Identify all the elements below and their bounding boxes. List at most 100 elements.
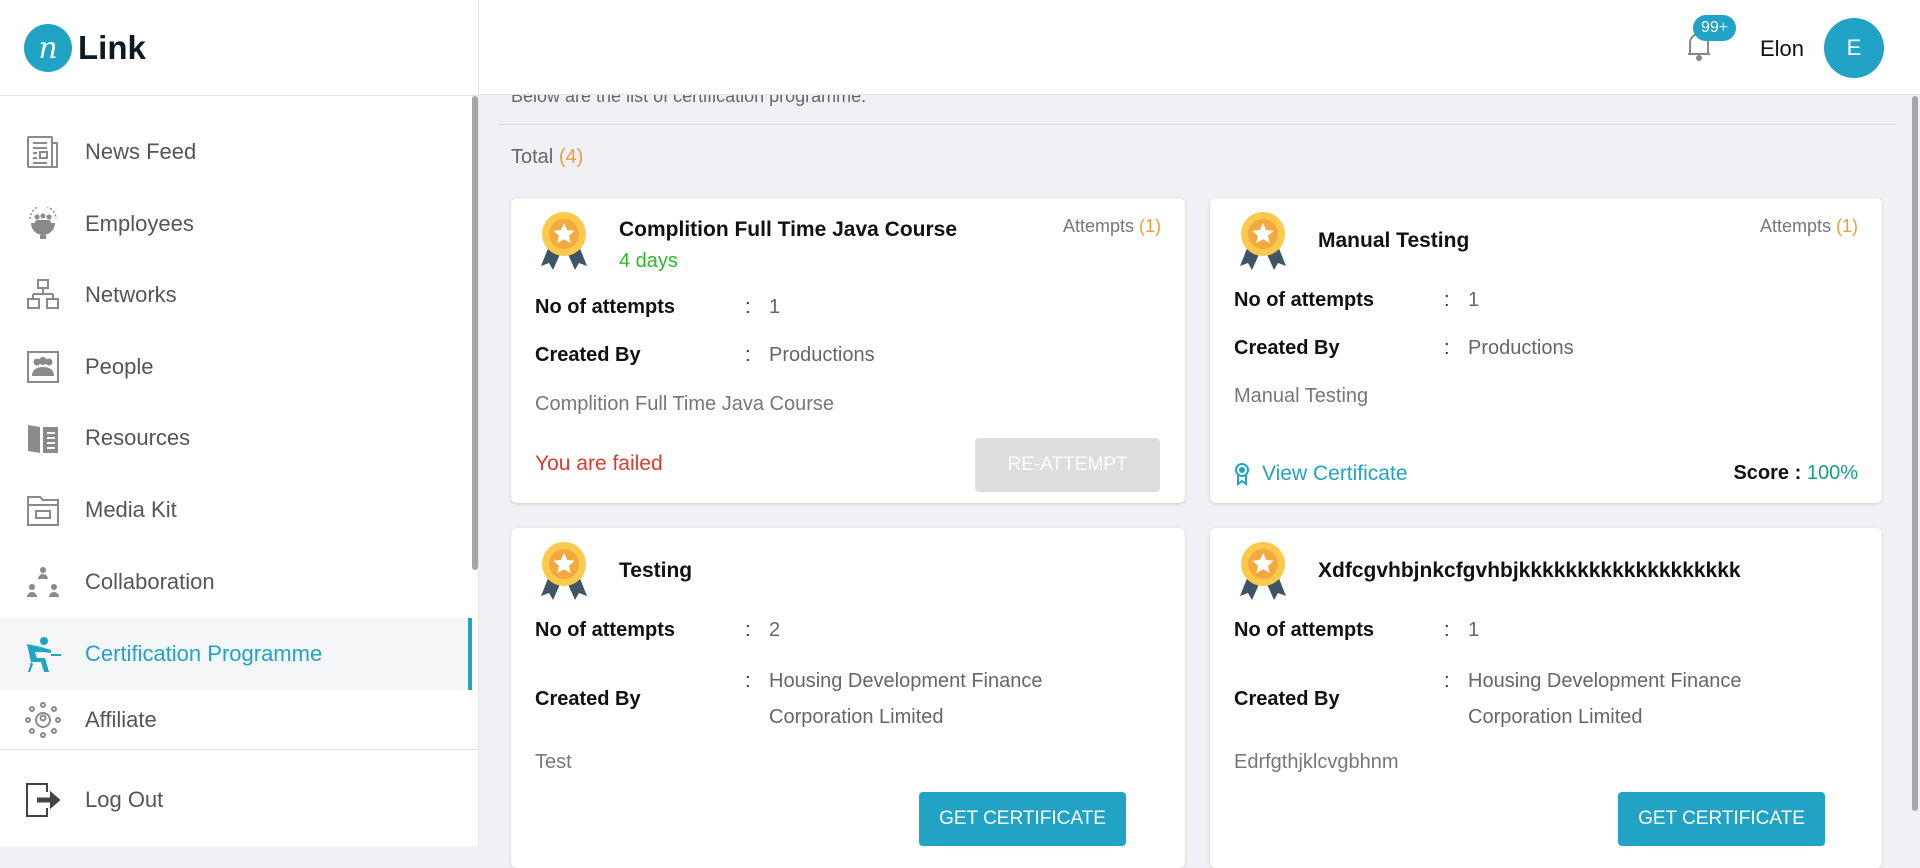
field-value: Productions: [1468, 337, 1574, 359]
created-by-row: Created By: Housing Development Finance C…: [1234, 663, 1768, 735]
sidebar-item-people[interactable]: People: [0, 331, 472, 403]
sidebar-item-label: Media Kit: [85, 497, 177, 522]
medal-icon: [535, 540, 593, 607]
total-number: (4): [558, 146, 584, 168]
card-duration: 4 days: [619, 250, 678, 272]
created-by-row: Created By: Productions: [1234, 337, 1574, 360]
medal-icon: [1234, 540, 1292, 607]
divider: [0, 749, 479, 750]
get-certificate-button[interactable]: GET CERTIFICATE: [1618, 792, 1825, 846]
colon: :: [1444, 289, 1450, 311]
certification-card: Complition Full Time Java Course 4 days …: [511, 198, 1185, 503]
certificate-ribbon-icon: [1235, 463, 1249, 486]
book-icon: [25, 420, 61, 456]
attempts-label: Attempts: [1759, 216, 1831, 236]
sidebar-item-affiliate[interactable]: Affiliate: [0, 691, 472, 749]
sidebar-item-media-kit[interactable]: Media Kit: [0, 474, 472, 546]
no-of-attempts-row: No of attempts:1: [535, 296, 780, 319]
sidebar-item-news-feed[interactable]: News Feed: [0, 116, 472, 188]
field-label: No of attempts: [535, 296, 675, 318]
certification-card: Manual Testing Attempts (1) No of attemp…: [1210, 198, 1882, 503]
sidebar: n Link News Feed Employees Networks Peop…: [0, 0, 479, 846]
certification-card: Xdfcgvhbjnkcfgvhbjkkkkkkkkkkkkkkkkkkk No…: [1210, 528, 1882, 868]
colon: :: [745, 296, 751, 318]
sidebar-item-certification-programme[interactable]: Certification Programme: [0, 618, 472, 690]
attempts-label: Attempts: [1062, 216, 1134, 236]
field-label: Created By: [535, 344, 641, 366]
total-count: Total (4): [511, 146, 583, 169]
score-value: 100%: [1806, 462, 1858, 484]
medal-icon: [535, 210, 593, 277]
field-value: 1: [1468, 289, 1480, 311]
colon: :: [745, 619, 751, 641]
logo[interactable]: n Link: [24, 24, 146, 72]
colon: :: [1444, 670, 1450, 692]
card-title: Complition Full Time Java Course: [619, 218, 958, 241]
attempts-count: Attempts (1): [1063, 216, 1161, 237]
notification-badge: 99+: [1693, 15, 1737, 41]
employees-gear-icon: [25, 206, 61, 242]
certification-card: Testing No of attempts:2 Created By: Hous…: [511, 528, 1185, 868]
card-description: Edrfgthjklcvgbhnm: [1234, 751, 1399, 773]
sidebar-item-resources[interactable]: Resources: [0, 402, 472, 474]
logo-mark: n: [24, 24, 72, 72]
card-title: Xdfcgvhbjnkcfgvhbjkkkkkkkkkkkkkkkkkkk: [1318, 559, 1741, 582]
affiliate-icon: [25, 702, 61, 738]
sidebar-item-label: Employees: [85, 211, 194, 236]
sidebar-item-label: People: [85, 354, 154, 379]
field-value: Housing Development Finance Corporation …: [769, 670, 1043, 728]
logout-icon: [25, 782, 61, 818]
colon: :: [745, 344, 751, 366]
divider: [499, 124, 1896, 125]
field-value: Productions: [769, 344, 875, 366]
card-title: Manual Testing: [1318, 229, 1470, 252]
total-label: Total: [511, 146, 554, 168]
sidebar-scrollbar[interactable]: [472, 96, 478, 570]
divider: [0, 95, 479, 96]
field-value: Housing Development Finance Corporation …: [1468, 670, 1742, 728]
colon: :: [1444, 337, 1450, 359]
no-of-attempts-row: No of attempts:1: [1234, 619, 1479, 642]
field-label: Created By: [1234, 687, 1340, 710]
score-label: Score :: [1733, 462, 1802, 484]
card-title: Testing: [619, 559, 693, 582]
field-label: Created By: [535, 687, 641, 710]
logout-button[interactable]: Log Out: [0, 764, 472, 836]
newspaper-icon: [25, 134, 61, 170]
attempts-value: (1): [1836, 216, 1858, 236]
field-label: Created By: [1234, 337, 1340, 359]
field-value: 1: [769, 296, 781, 318]
folder-icon: [25, 492, 61, 528]
attempts-value: (1): [1139, 216, 1161, 236]
field-label: No of attempts: [535, 619, 675, 641]
certification-icon: [25, 636, 61, 672]
score: Score : 100%: [1733, 462, 1858, 485]
view-certificate-label: View Certificate: [1262, 462, 1408, 485]
sidebar-item-label: Resources: [85, 425, 191, 450]
sidebar-item-networks[interactable]: Networks: [0, 259, 472, 331]
logout-label: Log Out: [85, 787, 164, 812]
main-scrollbar[interactable]: [1912, 96, 1918, 811]
user-name[interactable]: Elon: [1760, 36, 1804, 62]
card-description: Complition Full Time Java Course: [535, 393, 834, 415]
logo-text: Link: [78, 29, 146, 66]
created-by-row: Created By: Productions: [535, 344, 875, 367]
sidebar-item-label: Collaboration: [85, 569, 215, 594]
network-icon: [25, 277, 61, 313]
avatar[interactable]: E: [1824, 18, 1884, 78]
no-of-attempts-row: No of attempts:1: [1234, 289, 1479, 312]
card-description: Test: [535, 751, 572, 773]
no-of-attempts-row: No of attempts:2: [535, 619, 780, 642]
re-attempt-button[interactable]: RE-ATTEMPT: [975, 438, 1160, 492]
sidebar-item-collaboration[interactable]: Collaboration: [0, 546, 472, 618]
view-certificate-link[interactable]: View Certificate: [1234, 462, 1408, 486]
sidebar-item-employees[interactable]: Employees: [0, 188, 472, 260]
sidebar-item-label: Certification Programme: [85, 641, 323, 666]
card-description: Manual Testing: [1234, 385, 1369, 407]
colon: :: [1444, 619, 1450, 641]
sidebar-item-label: Networks: [85, 282, 177, 307]
get-certificate-button[interactable]: GET CERTIFICATE: [919, 792, 1126, 846]
sidebar-item-label: Affiliate: [85, 707, 157, 732]
field-label: No of attempts: [1234, 619, 1374, 641]
collaboration-icon: [25, 564, 61, 600]
